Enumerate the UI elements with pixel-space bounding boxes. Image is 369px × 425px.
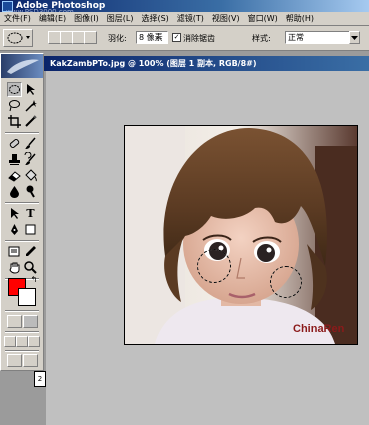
menu-bar: 文件(F) 编辑(E) 图像(I) 图层(L) 选择(S) 滤镜(T) 视图(V… [0, 12, 369, 26]
swap-colors-icon[interactable]: ↰ [28, 274, 40, 286]
tool-preset-picker[interactable] [3, 29, 33, 47]
lasso-icon[interactable] [7, 98, 22, 113]
move-icon[interactable] [23, 82, 38, 97]
path-select-icon[interactable] [7, 206, 22, 221]
screen-mode-full-button[interactable] [28, 336, 40, 347]
document-title[interactable]: KakZambPTo.jpg @ 100% (图层 1 副本, RGB/8#) [44, 56, 369, 71]
eyedropper-icon[interactable] [23, 244, 38, 259]
shape-icon[interactable] [23, 222, 38, 237]
cheek-selection-right[interactable] [270, 266, 302, 298]
clone-stamp-icon[interactable] [7, 152, 22, 167]
menu-image[interactable]: 图像(I) [70, 13, 103, 24]
toolbox: T ↰ [0, 53, 44, 371]
elliptical-marquee-icon [7, 32, 30, 44]
toolbox-divider [5, 331, 39, 333]
marquee-icon[interactable] [7, 82, 22, 97]
hand-icon[interactable] [7, 260, 22, 275]
antialias-label: 消除锯齿 [183, 34, 215, 43]
quick-mask-button[interactable] [23, 315, 38, 328]
style-dropdown-button[interactable] [349, 31, 360, 44]
photo-illustration: ChinaRen [125, 126, 357, 344]
chevron-down-icon [351, 36, 358, 40]
toolbox-divider [5, 310, 39, 312]
healing-brush-icon[interactable] [7, 136, 22, 151]
paint-bucket-icon[interactable] [23, 168, 38, 183]
crop-icon[interactable] [7, 114, 22, 129]
menu-view[interactable]: 视图(V) [208, 13, 244, 24]
standard-mode-button[interactable] [7, 315, 22, 328]
magic-wand-icon[interactable] [23, 98, 38, 113]
toolbox-divider [5, 350, 39, 352]
menu-layer[interactable]: 图层(L) [103, 13, 138, 24]
zoom-icon[interactable] [23, 260, 38, 275]
feather-input[interactable]: 8 像素 [136, 31, 168, 44]
menu-file[interactable]: 文件(F) [0, 13, 35, 24]
dodge-icon[interactable] [23, 184, 38, 199]
jump-to-imageready-button[interactable] [7, 354, 22, 367]
slice-icon[interactable] [23, 114, 38, 129]
style-label: 样式: [252, 34, 271, 43]
intersect-selection-button[interactable] [84, 31, 97, 44]
type-icon[interactable]: T [23, 206, 38, 221]
brush-icon[interactable] [23, 136, 38, 151]
antialias-checkbox[interactable]: ✓ [172, 33, 181, 42]
eraser-icon[interactable] [7, 168, 22, 183]
menu-select[interactable]: 选择(S) [137, 13, 172, 24]
background-color-swatch[interactable] [18, 288, 36, 306]
notes-icon[interactable] [7, 244, 22, 259]
menu-window[interactable]: 窗口(W) [244, 13, 282, 24]
blur-icon[interactable] [7, 184, 22, 199]
menu-filter[interactable]: 滤镜(T) [173, 13, 208, 24]
canvas-image[interactable]: ChinaRen [124, 125, 358, 345]
pen-icon[interactable] [7, 222, 22, 237]
screen-mode-standard-button[interactable] [4, 336, 16, 347]
style-select[interactable]: 正常 [285, 31, 353, 44]
history-brush-icon[interactable] [23, 151, 38, 167]
cheek-selection-left[interactable] [197, 249, 231, 283]
toolbox-header [1, 54, 43, 78]
feather-label: 羽化: [108, 34, 127, 43]
screen-mode-full-menu-button[interactable] [16, 336, 28, 347]
edit-in-imageready-button[interactable] [23, 354, 38, 367]
feather-logo-icon [7, 59, 39, 74]
toolbox-divider [5, 240, 39, 242]
toolbox-divider [5, 202, 39, 204]
style-select-value: 正常 [288, 33, 304, 42]
toolbox-divider [5, 132, 39, 134]
photo-watermark: ChinaRen [293, 323, 345, 335]
toolbox-bottom-area: 2 [0, 371, 46, 425]
menu-help[interactable]: 帮助(H) [282, 13, 318, 24]
options-bar: 羽化: 8 像素 ✓ 消除锯齿 样式: 正常 [0, 26, 369, 51]
menu-edit[interactable]: 编辑(E) [35, 13, 70, 24]
